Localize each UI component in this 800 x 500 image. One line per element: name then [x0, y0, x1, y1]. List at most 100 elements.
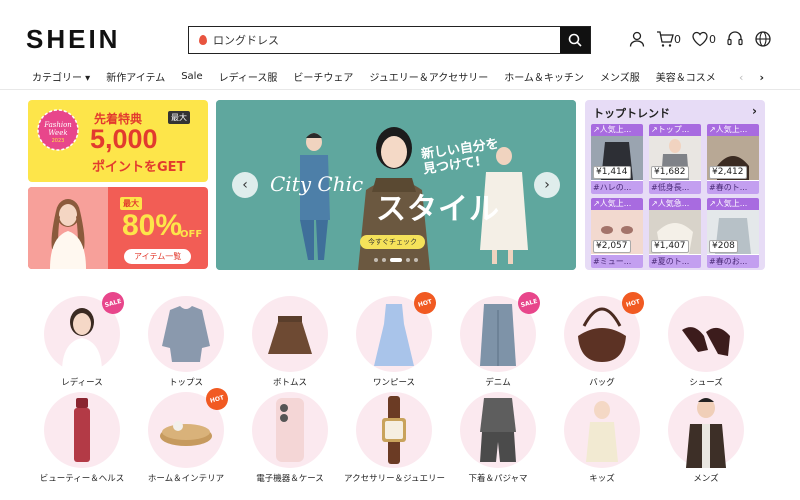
- nav-arrows: ‹ ›: [728, 64, 800, 89]
- promo-discount-banner[interactable]: 最大 80% OFF アイテム一覧: [28, 187, 208, 269]
- search-input[interactable]: ロングドレス: [189, 27, 560, 53]
- promo-points-banner[interactable]: Fashion Week 2023 先着特典 最大 5,000 ポイントをGET: [28, 100, 208, 182]
- trend-name: #低身長...: [649, 181, 701, 194]
- category-label: トップス: [168, 378, 203, 388]
- category-underwear[interactable]: 下着＆パジャマ: [448, 392, 548, 484]
- category-bags[interactable]: HOT バッグ: [552, 289, 652, 388]
- category-image-bags: HOT: [564, 289, 647, 372]
- logo[interactable]: SHEIN: [26, 24, 120, 55]
- carousel-next-button[interactable]: ›: [534, 172, 560, 198]
- category-label: 下着＆パジャマ: [468, 474, 528, 484]
- nav-item-mens[interactable]: メンズ服: [600, 69, 640, 84]
- category-accessories[interactable]: アクセサリー＆ジュエリー: [344, 392, 445, 484]
- category-beauty[interactable]: ビューティー＆ヘルス: [32, 392, 132, 484]
- category-image-electronics: [252, 392, 328, 468]
- trend-price: ¥1,682: [651, 166, 689, 179]
- trend-up-icon: ↗: [651, 199, 658, 208]
- fashion-week-badge: Fashion Week 2023: [37, 109, 79, 151]
- category-label: レディース: [61, 378, 103, 388]
- svg-text:Week: Week: [48, 129, 67, 137]
- trend-name: #夏のト...: [649, 255, 701, 268]
- carousel-dot[interactable]: [374, 258, 378, 262]
- promo2-amount: 80%: [122, 209, 183, 242]
- nav-item-new[interactable]: 新作アイテム: [106, 69, 165, 84]
- nav-prev-icon[interactable]: ‹: [739, 71, 743, 84]
- nav-next-icon[interactable]: ›: [759, 71, 764, 84]
- chevron-right-icon[interactable]: ›: [752, 104, 757, 118]
- category-dresses[interactable]: HOT ワンピース: [344, 289, 444, 388]
- trend-up-icon: ↗: [709, 199, 716, 208]
- hero-cta[interactable]: 今すぐチェック: [360, 235, 425, 249]
- trend-card[interactable]: ↗人気上... ¥2,057 #ミュー...: [591, 198, 643, 268]
- category-image-beauty: [44, 392, 120, 468]
- trend-card[interactable]: ↗人気上... ¥208 #春のお...: [707, 198, 759, 268]
- category-nav: カテゴリー ▾ 新作アイテム Sale レディース服 ビーチウェア ジュエリー＆…: [0, 64, 800, 90]
- trend-up-icon: ↗: [593, 199, 600, 208]
- cart-count: 0: [674, 32, 681, 46]
- carousel-dot-active[interactable]: [390, 258, 402, 262]
- nav-item-beachwear[interactable]: ビーチウェア: [293, 69, 353, 84]
- nav-item-home[interactable]: ホーム＆キッチン: [504, 69, 584, 84]
- cart-button[interactable]: 0: [656, 30, 681, 48]
- trend-up-icon: ↗: [651, 125, 658, 134]
- trend-name: #春のお...: [707, 255, 759, 268]
- category-tops[interactable]: トップス: [136, 296, 236, 388]
- trend-name: #春のト...: [707, 181, 759, 194]
- carousel-prev-button[interactable]: ‹: [232, 172, 258, 198]
- category-label: 電子機器＆ケース: [256, 474, 324, 484]
- language-button[interactable]: [754, 30, 772, 48]
- category-bottoms[interactable]: ボトムス: [240, 296, 340, 388]
- cart-icon: [657, 31, 674, 47]
- header: SHEIN ロングドレス 0 0: [0, 0, 800, 64]
- hero-script: City Chic: [270, 172, 364, 196]
- carousel-dot[interactable]: [414, 258, 418, 262]
- trend-price: ¥2,412: [709, 166, 747, 179]
- trend-tag: ↗トップ...: [649, 124, 701, 136]
- category-mens[interactable]: メンズ: [656, 392, 756, 484]
- category-image-accessories: [356, 392, 432, 468]
- wishlist-count: 0: [709, 32, 716, 46]
- trend-card[interactable]: ↗人気上... ¥2,412 #春のト...: [707, 124, 759, 194]
- chevron-right-icon: ›: [544, 177, 550, 193]
- trend-card[interactable]: ↗人気上... ¥1,414 #ハレの...: [591, 124, 643, 194]
- category-image-kids: [564, 392, 640, 468]
- carousel-dot[interactable]: [382, 258, 386, 262]
- category-shoes[interactable]: シューズ: [656, 296, 756, 388]
- carousel-dot[interactable]: [406, 258, 410, 262]
- category-label: メンズ: [693, 474, 719, 484]
- nav-item-beauty[interactable]: 美容＆コスメ: [656, 69, 716, 84]
- wishlist-button[interactable]: 0: [691, 30, 716, 48]
- carousel-dots[interactable]: [374, 258, 418, 262]
- support-button[interactable]: [726, 30, 744, 48]
- promo2-cta[interactable]: アイテム一覧: [124, 249, 192, 264]
- category-label: シューズ: [689, 378, 723, 388]
- chevron-left-icon: ‹: [242, 177, 248, 193]
- category-image-bottoms: [252, 296, 328, 372]
- svg-text:Fashion: Fashion: [43, 121, 72, 129]
- trend-card[interactable]: ↗人気急... ¥1,407 #夏のト...: [649, 198, 701, 268]
- trend-title: トップトレンド: [593, 107, 670, 120]
- category-electronics[interactable]: 電子機器＆ケース: [240, 392, 340, 484]
- hero-carousel[interactable]: City Chic 新しい自分を 見つけて! スタイル 今すぐチェック ‹ ›: [216, 100, 576, 270]
- category-image-underwear: [460, 392, 536, 468]
- headset-icon: [727, 31, 743, 46]
- trend-up-icon: ↗: [709, 125, 716, 134]
- category-womens[interactable]: SALE レディース: [32, 289, 132, 388]
- account-button[interactable]: [628, 30, 646, 48]
- trend-tag: ↗人気上...: [707, 198, 759, 210]
- category-kids[interactable]: キッズ: [552, 392, 652, 484]
- nav-item-jewelry[interactable]: ジュエリー＆アクセサリー: [369, 69, 488, 84]
- category-label: キッズ: [589, 474, 615, 484]
- search-button[interactable]: [560, 27, 590, 53]
- category-home[interactable]: HOT ホーム＆インテリア: [136, 385, 236, 484]
- trend-tag: ↗人気上...: [591, 124, 643, 136]
- category-image-tops: [148, 296, 224, 372]
- nav-item-womens[interactable]: レディース服: [219, 69, 278, 84]
- promo1-tag: 最大: [168, 111, 190, 124]
- category-label: ボトムス: [272, 378, 307, 388]
- user-icon: [629, 31, 645, 47]
- nav-item-sale[interactable]: Sale: [181, 71, 202, 82]
- nav-item-category[interactable]: カテゴリー ▾: [32, 69, 90, 84]
- trend-card[interactable]: ↗トップ... ¥1,682 #低身長...: [649, 124, 701, 194]
- category-denim[interactable]: SALE デニム: [448, 289, 548, 388]
